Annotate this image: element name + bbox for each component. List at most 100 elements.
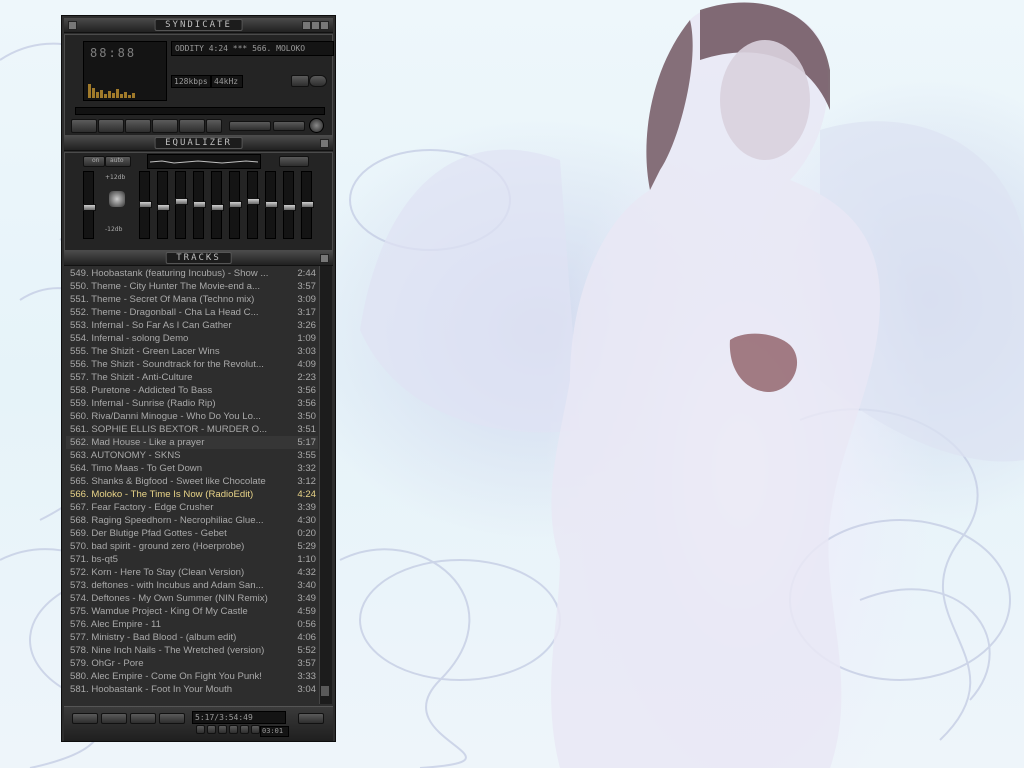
eq-preamp-slider-knob[interactable] [83,204,96,211]
playlist-close-icon[interactable] [320,254,329,263]
playlist-track-row[interactable]: 549. Hoobastank (featuring Incubus) - Sh… [66,267,318,280]
playlist-track-row[interactable]: 578. Nine Inch Nails - The Wretched (ver… [66,644,318,657]
main-titlebar[interactable]: SYNDICATE [64,18,333,33]
song-title-ticker[interactable]: ODDITY 4:24 *** 566. MOLOKO [171,41,334,56]
track-duration: 3:09 [297,294,316,305]
play-button[interactable] [98,119,124,133]
eq-band-slider-9[interactable] [283,171,296,239]
playlist-track-row[interactable]: 579. OhGr - Pore 3:57 [66,657,318,670]
dial-knob[interactable] [309,118,324,133]
playlist-track-row[interactable]: 553. Infernal - So Far As I Can Gather 3:… [66,319,318,332]
playlist-track-row[interactable]: 575. Wamdue Project - King Of My Castle 4… [66,605,318,618]
equalizer-titlebar[interactable]: EQUALIZER [64,136,333,151]
eq-band-slider-1[interactable] [139,171,152,239]
playlist-track-row[interactable]: 563. AUTONOMY - SKNS 3:55 [66,449,318,462]
eq-band-slider-2[interactable] [157,171,170,239]
equalizer-close-icon[interactable] [320,139,329,148]
close-icon[interactable] [320,21,329,30]
next-button[interactable] [179,119,205,133]
playlist-track-row[interactable]: 574. Deftones - My Own Summer (NIN Remix… [66,592,318,605]
playlist-titlebar[interactable]: TRACKS [64,251,333,266]
eq-on-button[interactable]: on [83,156,105,167]
eq-band-slider-10[interactable] [301,171,314,239]
time-display-panel[interactable]: 88:88 [83,41,167,101]
stop-button[interactable] [152,119,178,133]
playlist-track-row[interactable]: 571. bs-qt5 1:10 [66,553,318,566]
playlist-track-row[interactable]: 556. The Shizit - Soundtrack for the Rev… [66,358,318,371]
eq-band-slider-2-knob[interactable] [157,204,170,211]
playlist-track-row[interactable]: 580. Alec Empire - Come On Fight You Pun… [66,670,318,683]
eq-band-slider-10-knob[interactable] [301,201,314,208]
playlist-track-row[interactable]: 565. Shanks & Bigfood - Sweet like Choco… [66,475,318,488]
playlist-track-row[interactable]: 566. Moloko - The Time Is Now (RadioEdit… [66,488,318,501]
eq-band-slider-3-knob[interactable] [175,198,188,205]
mini-prev-button[interactable] [196,725,205,734]
track-duration: 1:09 [297,333,316,344]
mini-play-button[interactable] [207,725,216,734]
playlist-track-row[interactable]: 569. Der Blutige Pfad Gottes - Gebet 0:20 [66,527,318,540]
eq-presets-button[interactable] [279,156,309,167]
eq-auto-button[interactable]: auto [105,156,131,167]
eq-band-slider-6-knob[interactable] [229,201,242,208]
eq-band-slider-1-knob[interactable] [139,201,152,208]
eq-band-slider-9-knob[interactable] [283,204,296,211]
eq-band-slider-3[interactable] [175,171,188,239]
playlist-track-row[interactable]: 555. The Shizit - Green Lacer Wins 3:03 [66,345,318,358]
playlist-track-row[interactable]: 577. Ministry - Bad Blood - (album edit)… [66,631,318,644]
playlist-track-row[interactable]: 568. Raging Speedhorn - Necrophiliac Glu… [66,514,318,527]
playlist-tracks[interactable]: 549. Hoobastank (featuring Incubus) - Sh… [66,267,318,703]
add-button[interactable] [72,713,98,724]
eq-band-slider-8-knob[interactable] [265,201,278,208]
mini-pause-button[interactable] [218,725,227,734]
playlist-track-row[interactable]: 554. Infernal - solong Demo 1:09 [66,332,318,345]
volume-slider[interactable] [229,121,271,131]
mini-next-button[interactable] [240,725,249,734]
eq-preamp-slider[interactable] [83,171,96,239]
playlist-track-row[interactable]: 576. Alec Empire - 11 0:56 [66,618,318,631]
playlist-track-row[interactable]: 567. Fear Factory - Edge Crusher 3:39 [66,501,318,514]
seek-bar[interactable] [75,107,325,115]
playlist-track-row[interactable]: 557. The Shizit - Anti-Culture 2:23 [66,371,318,384]
playlist-track-row[interactable]: 581. Hoobastank - Foot In Your Mouth 3:04 [66,683,318,696]
playlist-scrollbar[interactable] [319,266,332,704]
eq-band-slider-7[interactable] [247,171,260,239]
eq-band-slider-7-knob[interactable] [247,198,260,205]
select-button[interactable] [130,713,156,724]
menu-icon[interactable] [68,21,77,30]
playlist-track-row[interactable]: 551. Theme - Secret Of Mana (Techno mix)… [66,293,318,306]
playlist-track-row[interactable]: 560. Riva/Danni Minogue - Who Do You Lo.… [66,410,318,423]
shade-icon[interactable] [311,21,320,30]
eq-band-slider-8[interactable] [265,171,278,239]
previous-button[interactable] [71,119,97,133]
eq-max-label: +12db [105,174,126,181]
list-options-button[interactable] [298,713,324,724]
playlist-track-row[interactable]: 564. Timo Maas - To Get Down 3:32 [66,462,318,475]
track-duration: 3:51 [297,424,316,435]
balance-slider[interactable] [273,121,305,131]
mini-eject-button[interactable] [251,725,260,734]
track-title: 563. AUTONOMY - SKNS [70,450,181,461]
playlist-track-row[interactable]: 561. SOPHIE ELLIS BEXTOR - MURDER O... 3:… [66,423,318,436]
playlist-track-row[interactable]: 572. Korn - Here To Stay (Clean Version)… [66,566,318,579]
minimize-icon[interactable] [302,21,311,30]
remove-button[interactable] [101,713,127,724]
eq-band-slider-5[interactable] [211,171,224,239]
eq-band-slider-5-knob[interactable] [211,204,224,211]
eq-band-slider-6[interactable] [229,171,242,239]
playlist-track-row[interactable]: 558. Puretone - Addicted To Bass 3:56 [66,384,318,397]
playlist-track-row[interactable]: 550. Theme - City Hunter The Movie-end a… [66,280,318,293]
playlist-track-row[interactable]: 559. Infernal - Sunrise (Radio Rip) 3:56 [66,397,318,410]
playlist-track-row[interactable]: 552. Theme - Dragonball - Cha La Head C.… [66,306,318,319]
playlist-track-row[interactable]: 573. deftones - with Incubus and Adam Sa… [66,579,318,592]
pause-button[interactable] [125,119,151,133]
playlist-scroll-thumb[interactable] [321,686,329,696]
playlist-track-row[interactable]: 562. Mad House - Like a prayer 5:17 [66,436,318,449]
misc-button[interactable] [159,713,185,724]
playlist-track-row[interactable]: 570. bad spirit - ground zero (Hoerprobe… [66,540,318,553]
track-duration: 3:56 [297,398,316,409]
eq-band-slider-4-knob[interactable] [193,201,206,208]
eq-band-slider-4[interactable] [193,171,206,239]
mini-stop-button[interactable] [229,725,238,734]
eject-button[interactable] [206,119,222,133]
spectrum-visualizer[interactable] [86,78,166,98]
